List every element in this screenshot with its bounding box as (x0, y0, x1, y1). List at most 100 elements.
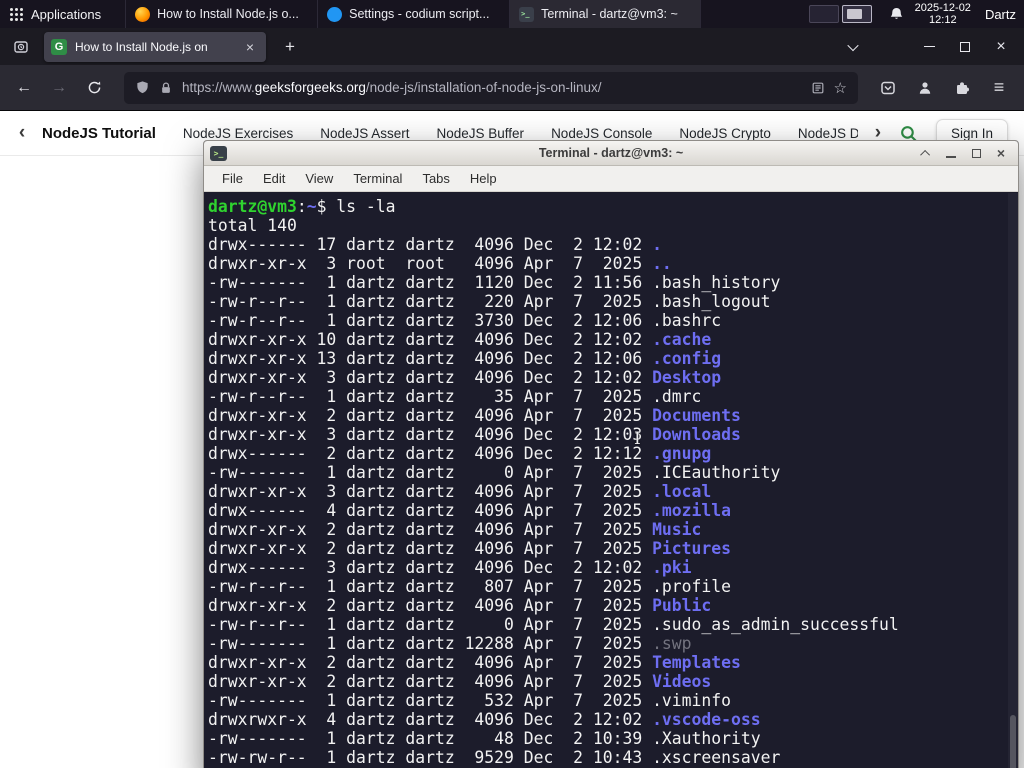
gfg-nav-item[interactable]: NodeJS Exercises (183, 126, 293, 141)
ls-entry: drwxr-xr-x 2 dartz dartz 4096 Apr 7 2025… (208, 596, 712, 615)
terminal-menu-view[interactable]: View (295, 171, 343, 186)
terminal-scrollbar-thumb[interactable] (1010, 715, 1016, 768)
gfg-nav-item[interactable]: NodeJS Assert (320, 126, 409, 141)
terminal-menu-terminal[interactable]: Terminal (343, 171, 412, 186)
total-line: total 140 (208, 216, 297, 235)
terminal-scrollbar[interactable] (1008, 193, 1018, 768)
taskbar-button[interactable]: Terminal - dartz@vm3: ~ (509, 0, 702, 28)
menu-icon[interactable]: ≡ (984, 73, 1014, 103)
ls-entry: drwx------ 2 dartz dartz 4096 Dec 2 12:1… (208, 444, 712, 463)
account-icon[interactable] (910, 73, 940, 103)
ls-entry: drwxr-xr-x 2 dartz dartz 4096 Apr 7 2025… (208, 406, 741, 425)
ls-entry: -rw-rw-r-- 1 dartz dartz 9529 Dec 2 10:4… (208, 748, 781, 767)
pocket-icon[interactable] (873, 73, 903, 103)
ls-entry: drwxr-xr-x 3 root root 4096 Apr 7 2025 .… (208, 254, 672, 273)
terminal-titlebar[interactable]: >_ Terminal - dartz@vm3: ~ × (204, 141, 1018, 166)
taskbar-button-label: Settings - codium script... (349, 7, 490, 21)
terminal-window-controls: × (917, 144, 1018, 162)
toolbar-right-icons: ≡ (873, 73, 1024, 103)
taskbar-button-label: How to Install Node.js o... (157, 7, 299, 21)
url-path: /node-js/installation-of-node-js-on-linu… (365, 80, 602, 95)
ls-entry: drwxrwxr-x 4 dartz dartz 4096 Dec 2 12:0… (208, 710, 761, 729)
terminal-maximize-button[interactable] (967, 144, 985, 162)
desktop: Applications How to Install Node.js o...… (0, 0, 1024, 768)
window-close-button[interactable]: × (988, 34, 1014, 60)
new-tab-button[interactable]: + (277, 34, 303, 60)
url-protocol: https://www. (182, 80, 255, 95)
bookmark-star-icon[interactable]: ☆ (834, 79, 847, 97)
workspace-2[interactable] (841, 5, 872, 23)
workspace-1[interactable] (808, 5, 839, 23)
firefox-view-icon[interactable] (8, 34, 34, 60)
ls-entry: -rw------- 1 dartz dartz 1120 Dec 2 11:5… (208, 273, 781, 292)
ls-entry: drwxr-xr-x 2 dartz dartz 4096 Apr 7 2025… (208, 672, 712, 691)
terminal-screen[interactable]: dartz@vm3:~$ ls -la total 140 drwx------ 1… (204, 193, 1018, 768)
list-tabs-icon[interactable] (840, 34, 866, 60)
ls-entry: drwxr-xr-x 2 dartz dartz 4096 Apr 7 2025… (208, 653, 741, 672)
nav-scroll-left-icon[interactable]: ‹ (12, 122, 32, 144)
ls-entry: drwx------ 17 dartz dartz 4096 Dec 2 12:… (208, 235, 662, 254)
clock-date: 2025-12-02 (914, 1, 971, 14)
applications-menu-button[interactable]: Applications (0, 0, 111, 28)
terminal-menu-help[interactable]: Help (460, 171, 507, 186)
window-button-list: How to Install Node.js o... Settings - co… (125, 0, 702, 28)
terminal-minimize-button[interactable] (942, 144, 960, 162)
terminal-icon: >_ (210, 145, 227, 161)
workspace-window-thumb (846, 9, 862, 19)
gfg-nav-item[interactable]: NodeJS Tutorial (42, 125, 156, 142)
gfg-nav-item[interactable]: NodeJS Buffer (437, 126, 525, 141)
terminal-close-button[interactable]: × (992, 144, 1010, 162)
lock-icon[interactable] (159, 81, 173, 95)
extensions-icon[interactable] (947, 73, 977, 103)
terminal-window: >_ Terminal - dartz@vm3: ~ × File Edit Vie… (203, 140, 1019, 768)
tab-close-icon[interactable]: × (241, 38, 259, 56)
panel-left: Applications How to Install Node.js o...… (0, 0, 702, 28)
gfg-nav-item[interactable]: NodeJS Console (551, 126, 652, 141)
notification-bell-icon[interactable] (889, 7, 904, 22)
reader-mode-icon[interactable] (811, 81, 825, 95)
window-controls: × (840, 34, 1024, 60)
url-bar[interactable]: https://www.geeksforgeeks.org/node-js/in… (124, 71, 858, 104)
firefox-icon (135, 6, 151, 22)
ls-entry: -rw-r--r-- 1 dartz dartz 35 Apr 7 2025 .… (208, 387, 702, 406)
tracking-shield-icon[interactable] (135, 80, 150, 95)
window-maximize-button[interactable] (952, 34, 978, 60)
terminal-title: Terminal - dartz@vm3: ~ (538, 146, 684, 160)
ls-entry: drwxr-xr-x 3 dartz dartz 4096 Dec 2 12:0… (208, 425, 741, 444)
ls-entry: drwxr-xr-x 2 dartz dartz 4096 Apr 7 2025… (208, 539, 732, 558)
tab-bar: G How to Install Node.js on × + × (0, 28, 1024, 65)
terminal-menu-edit[interactable]: Edit (253, 171, 295, 186)
gfg-nav-item[interactable]: NodeJS Crypto (679, 126, 771, 141)
taskbar-button[interactable]: Settings - codium script... (317, 0, 509, 28)
ls-entry: drwx------ 3 dartz dartz 4096 Dec 2 12:0… (208, 558, 692, 577)
gfg-nav-items: NodeJS Tutorial NodeJS Exercises NodeJS As… (42, 125, 858, 142)
ls-entry: drwxr-xr-x 13 dartz dartz 4096 Dec 2 12:… (208, 349, 722, 368)
prompt-line: dartz@vm3:~$ ls -la (208, 197, 396, 216)
ls-entry: -rw------- 1 dartz dartz 0 Apr 7 2025 .I… (208, 463, 781, 482)
browser-toolbar: ← → https://www.geeksforgeeks.org/node-j… (0, 65, 1024, 111)
ls-entry: -rw-r--r-- 1 dartz dartz 0 Apr 7 2025 .s… (208, 615, 899, 634)
ls-entry: -rw------- 1 dartz dartz 532 Apr 7 2025 … (208, 691, 732, 710)
ls-entry: -rw------- 1 dartz dartz 12288 Apr 7 202… (208, 634, 692, 653)
ls-entry: drwx------ 4 dartz dartz 4096 Apr 7 2025… (208, 501, 732, 520)
back-button[interactable]: ← (9, 73, 39, 103)
gfg-favicon: G (51, 38, 67, 55)
forward-button[interactable]: → (44, 73, 74, 103)
panel-right: 2025-12-02 12:12 Dartz (808, 0, 1024, 28)
ls-entry: drwxr-xr-x 2 dartz dartz 4096 Apr 7 2025… (208, 520, 702, 539)
clock[interactable]: 2025-12-02 12:12 (915, 2, 971, 27)
terminal-menu-file[interactable]: File (212, 171, 253, 186)
ls-entry: -rw-r--r-- 1 dartz dartz 3730 Dec 2 12:0… (208, 311, 722, 330)
top-panel: Applications How to Install Node.js o...… (0, 0, 1024, 28)
terminal-shade-button[interactable] (917, 144, 935, 162)
taskbar-button[interactable]: How to Install Node.js o... (125, 0, 317, 28)
terminal-icon (519, 6, 535, 22)
reload-button[interactable] (79, 73, 109, 103)
browser-tab[interactable]: G How to Install Node.js on × (44, 31, 266, 62)
user-menu[interactable]: Dartz (982, 7, 1019, 22)
gfg-nav-item[interactable]: NodeJS DNS (798, 126, 858, 141)
terminal-menu-tabs[interactable]: Tabs (412, 171, 459, 186)
url-domain: geeksforgeeks.org (254, 80, 366, 95)
clock-time: 12:12 (929, 14, 957, 26)
window-minimize-button[interactable] (916, 34, 942, 60)
